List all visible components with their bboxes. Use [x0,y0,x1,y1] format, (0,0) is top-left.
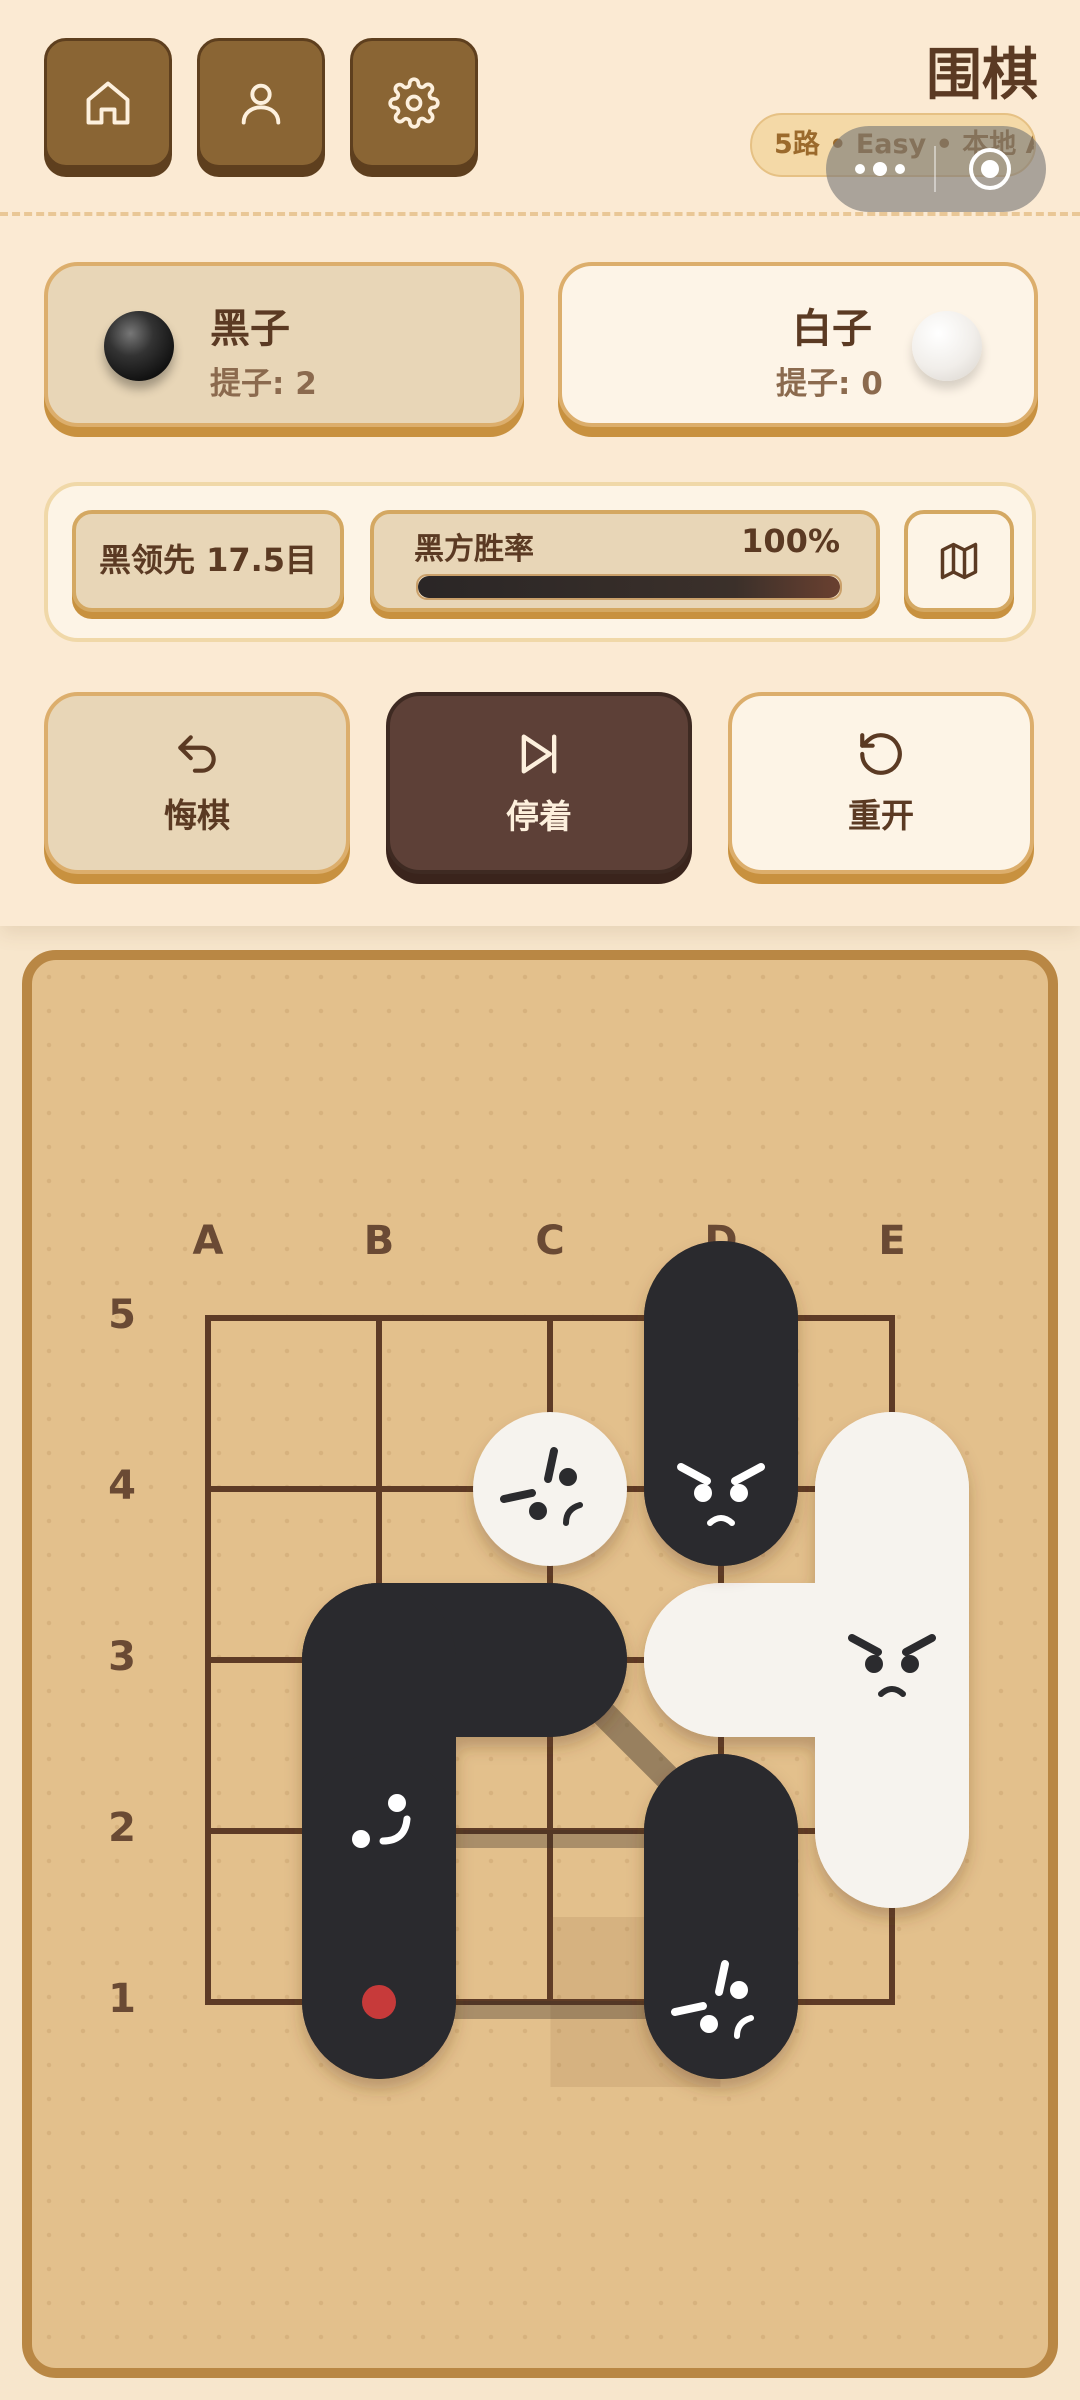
settings-button[interactable] [350,38,478,168]
black-group-2-part [302,1583,456,1737]
black-group-3-part [644,1925,798,2079]
black-face-3-part [730,1981,748,1999]
restart-icon [860,733,902,775]
win-rate-value: 100% [741,522,840,560]
white-player-name: 白子 [792,306,872,352]
undo-icon [178,735,216,773]
territory-map-button[interactable] [904,510,1014,612]
white-group-1-part [473,1412,627,1566]
win-rate-panel: 黑方胜率 100% [370,510,880,612]
black-face-1-part [694,1484,712,1502]
black-group-3[interactable] [644,1754,798,2079]
home-button[interactable] [44,38,172,168]
white-captures: 提子: 0 [776,366,883,402]
status-bar: 黑领先 17.5目 黑方胜率 100% [44,482,1036,642]
home-icon [86,81,130,125]
white-player-card: 白子 提子: 0 [558,262,1038,427]
black-group-2-part [473,1583,627,1737]
white-group-2-part [815,1754,969,1908]
miniprogram-capsule [826,126,1046,212]
white-group-2-part [815,1412,969,1566]
white-group-1[interactable] [473,1412,627,1566]
go-board[interactable]: ABCDE54321 [22,950,1058,2378]
pass-button[interactable]: 停着 [386,692,692,874]
black-face-2-part [352,1830,370,1848]
white-face-1-part [559,1468,577,1486]
undo-label: 悔棋 [164,796,230,835]
divider [0,212,1080,216]
more-button[interactable] [826,162,934,176]
black-face-1-part [730,1484,748,1502]
undo-button[interactable]: 悔棋 [44,692,350,874]
white-face-2-part [865,1655,883,1673]
white-face-2-part [901,1655,919,1673]
black-group-1-part [644,1412,798,1566]
target-icon [969,148,1011,190]
board-canvas[interactable] [32,960,1048,2368]
pass-label: 停着 [506,797,572,836]
black-group-1-part [644,1241,798,1395]
win-rate-fill [418,576,840,598]
black-face-2-part [388,1794,406,1812]
white-stone-icon [912,311,982,381]
profile-button[interactable] [197,38,325,168]
user-icon [241,83,281,125]
restart-button[interactable]: 重开 [728,692,1034,874]
black-stone-icon [104,311,174,381]
black-face-3-part [700,2015,718,2033]
white-group-2-part [644,1583,798,1737]
page-title: 围棋 [926,43,1038,108]
black-captures: 提子: 2 [210,366,317,402]
score-lead-badge: 黑领先 17.5目 [72,510,344,612]
win-rate-bar [416,574,842,600]
top-panel: 围棋 5路 • Easy • 本地 AI 黑子 提子: 2 白子 提子: 0 黑… [0,0,1080,926]
map-icon [940,542,978,580]
white-group-2-part [815,1583,969,1737]
win-rate-label: 黑方胜率 [414,532,534,567]
close-miniprogram-button[interactable] [936,145,1044,193]
white-face-1-part [529,1502,547,1520]
black-player-card: 黑子 提子: 2 [44,262,524,427]
restart-label: 重开 [848,796,914,835]
gear-icon [388,77,440,129]
skip-icon [521,734,557,774]
last-move-marker [362,1985,396,2019]
black-player-name: 黑子 [210,306,290,352]
black-group-2-part [302,1754,456,1908]
black-group-3-part [644,1754,798,1908]
